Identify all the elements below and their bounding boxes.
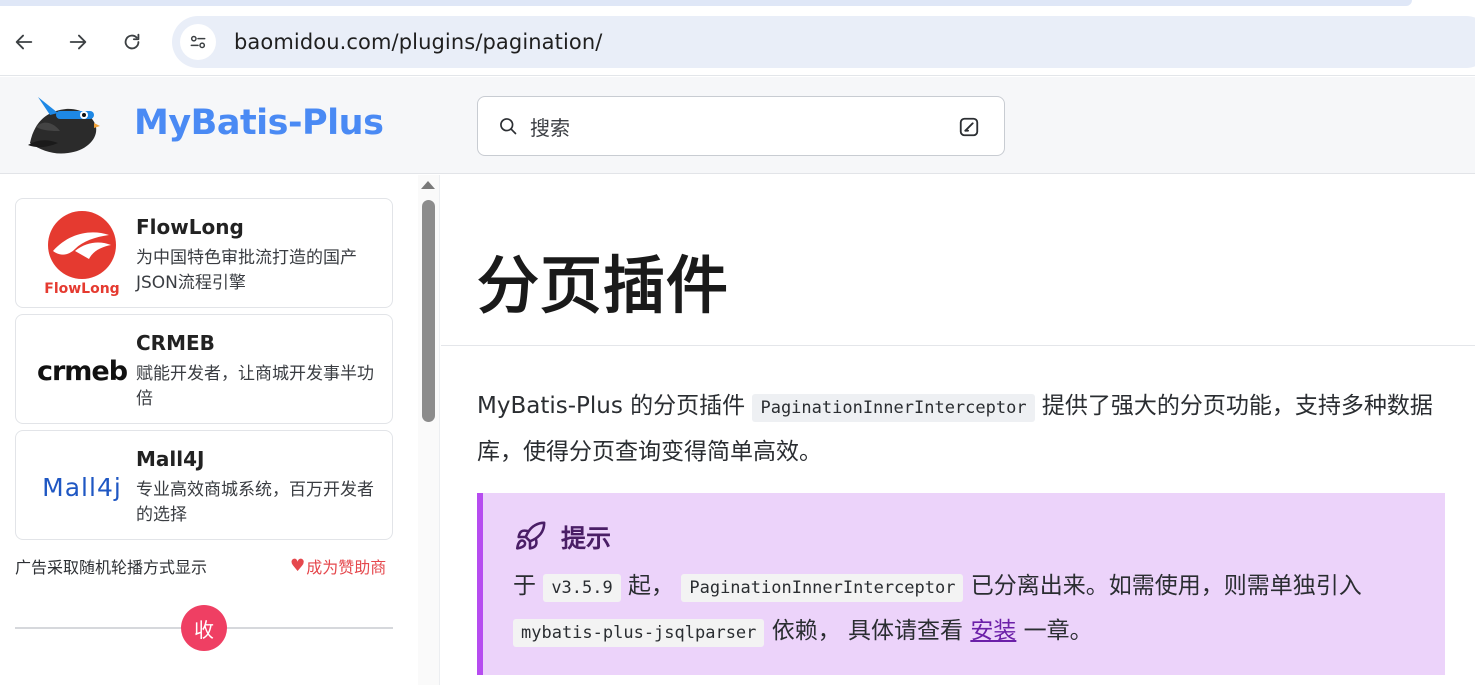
- site-header: MyBatis-Plus 搜索: [0, 77, 1475, 174]
- tip-text: 起，: [628, 573, 675, 599]
- forward-button[interactable]: [60, 24, 96, 60]
- reload-icon: [124, 33, 140, 50]
- tip-title: 提示: [561, 524, 612, 553]
- ad-card-flowlong[interactable]: FlowLong FlowLong 为中国特色审批流打造的国产JSON流程引擎: [15, 198, 393, 308]
- ad-card-crmeb[interactable]: crmeb CRMEB 赋能开发者，让商城开发事半功倍: [15, 314, 393, 424]
- ad-description: 为中国特色审批流打造的国产JSON流程引擎: [136, 248, 357, 293]
- tip-text: 于: [513, 573, 536, 599]
- search-placeholder: 搜索: [530, 115, 570, 140]
- intro-paragraph: MyBatis-Plus 的分页插件 PaginationInnerInterc…: [477, 384, 1447, 474]
- ad-title: Mall4J: [136, 447, 205, 471]
- back-arrow-icon: [15, 34, 33, 50]
- ad-card-mall4j[interactable]: Mall4j Mall4J 专业高效商城系统，百万开发者的选择: [15, 430, 393, 540]
- url-text[interactable]: baomidou.com/plugins/pagination/: [234, 30, 602, 54]
- scroll-up-arrow-icon[interactable]: [421, 181, 435, 189]
- ad-description: 赋能开发者，让商城开发事半功倍: [136, 364, 374, 409]
- search-icon: [500, 118, 517, 135]
- sidebar-scrollbar-thumb[interactable]: [422, 200, 435, 422]
- address-bar[interactable]: baomidou.com/plugins/pagination/: [172, 16, 1475, 68]
- rocket-icon: [515, 521, 546, 550]
- inline-code: PaginationInnerInterceptor: [752, 394, 1035, 422]
- site-info-button[interactable]: [180, 24, 216, 60]
- crmeb-logo: crmeb: [28, 327, 136, 413]
- tune-icon: [190, 35, 206, 49]
- mall4j-logo: Mall4j: [28, 443, 136, 529]
- back-button[interactable]: [6, 24, 42, 60]
- main-content: 分页插件 MyBatis-Plus 的分页插件 PaginationInnerI…: [441, 175, 1475, 685]
- mybatis-bird-logo[interactable]: [24, 93, 100, 157]
- title-divider: [441, 345, 1475, 346]
- svg-text:crmeb: crmeb: [37, 356, 128, 387]
- flowlong-logo: FlowLong: [28, 211, 136, 297]
- heart-icon: ♥: [290, 556, 306, 576]
- inline-code: mybatis-plus-jsqlparser: [513, 619, 765, 647]
- ad-description: 专业高效商城系统，百万开发者的选择: [136, 480, 374, 525]
- browser-toolbar: baomidou.com/plugins/pagination/: [0, 6, 1475, 76]
- sponsor-label: 成为赞助商: [306, 558, 387, 577]
- tip-text: 一章。: [1023, 618, 1093, 644]
- become-sponsor-link[interactable]: ♥ 成为赞助商: [290, 554, 386, 578]
- inline-code: PaginationInnerInterceptor: [681, 574, 964, 602]
- search-box[interactable]: 搜索: [477, 96, 1005, 156]
- tip-callout: 提示 于 v3.5.9 起， PaginationInnerIntercepto…: [477, 493, 1445, 675]
- reload-button[interactable]: [114, 24, 150, 60]
- svg-text:FlowLong: FlowLong: [44, 281, 119, 297]
- inline-code: v3.5.9: [543, 574, 621, 602]
- ad-rotation-note: 广告采取随机轮播方式显示: [15, 558, 208, 577]
- ad-title: CRMEB: [136, 331, 215, 355]
- svg-text:Mall4j: Mall4j: [42, 473, 122, 502]
- brand-title[interactable]: MyBatis-Plus: [134, 103, 384, 143]
- collapse-ads-button[interactable]: 收: [181, 605, 227, 651]
- edit-shortcut-icon: [959, 117, 979, 137]
- tip-header: 提示: [513, 519, 611, 555]
- tip-body: 于 v3.5.9 起， PaginationInnerInterceptor 已…: [513, 565, 1433, 655]
- ad-title: FlowLong: [136, 215, 244, 239]
- intro-text-start: MyBatis-Plus 的分页插件: [477, 393, 746, 419]
- forward-arrow-icon: [69, 34, 87, 50]
- tip-text: 已分离出来。如需使用，则需单独引入: [970, 573, 1362, 599]
- page-title: 分页插件: [477, 249, 730, 322]
- tip-text: 依赖， 具体请查看: [771, 618, 964, 644]
- install-link[interactable]: 安装: [970, 618, 1016, 644]
